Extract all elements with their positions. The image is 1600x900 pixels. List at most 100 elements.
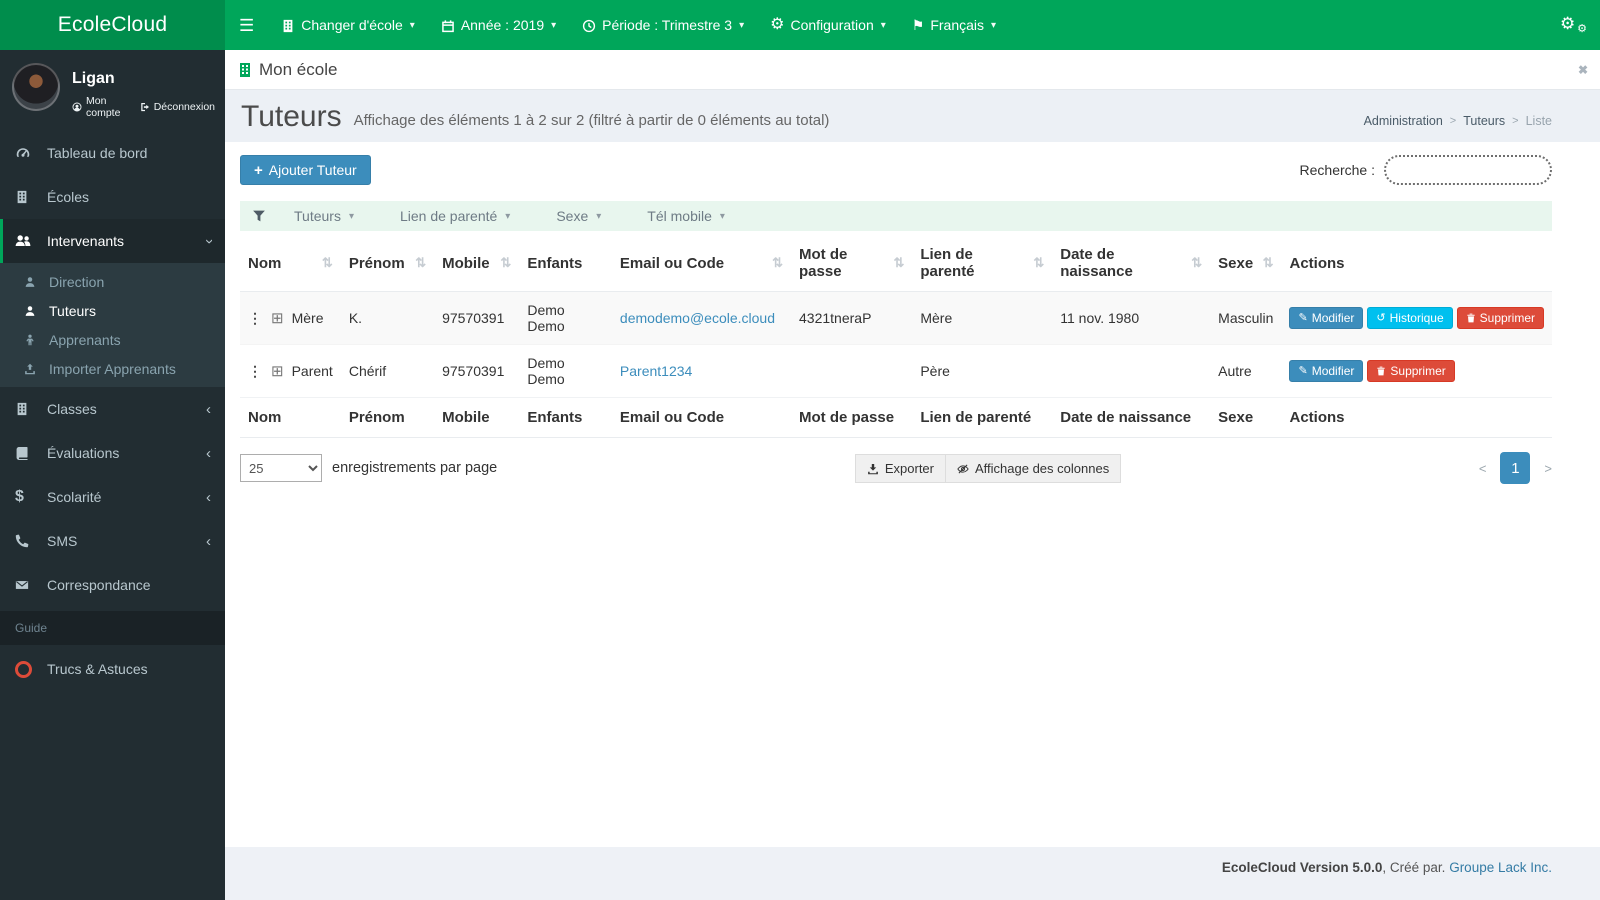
person-icon	[24, 305, 44, 317]
sort-icon[interactable]: ⇅	[1033, 255, 1044, 271]
brand-logo[interactable]: EcoleCloud	[0, 0, 225, 50]
top-navbar: EcoleCloud ☰ Changer d'école ▾ Année : 2…	[0, 0, 1600, 50]
chevron-down-icon: ‹	[200, 239, 217, 244]
drag-handle-icon[interactable]: ⋮	[248, 310, 262, 326]
sort-icon[interactable]: ⇅	[893, 255, 904, 271]
breadcrumb-administration[interactable]: Administration	[1364, 114, 1443, 128]
pager: < 1 >	[1479, 452, 1552, 484]
sidebar-item-sms[interactable]: SMS ‹	[0, 519, 225, 563]
sidebar: Ligan Mon compte Déconnexion Tableau de …	[0, 50, 225, 900]
filter-lien-de-parente[interactable]: Lien de parenté ▾	[400, 208, 510, 224]
chevron-left-icon: ‹	[206, 533, 211, 550]
col-mobile: Mobile ⇅	[434, 235, 520, 292]
search-input[interactable]	[1384, 155, 1552, 185]
filter-tel-mobile[interactable]: Tél mobile ▾	[647, 208, 725, 224]
sidebar-item-dashboard[interactable]: Tableau de bord	[0, 131, 225, 175]
hamburger-icon[interactable]: ☰	[225, 0, 268, 50]
edit-button[interactable]: ✎ Modifier	[1289, 307, 1364, 329]
circle-o-icon	[15, 660, 41, 678]
avatar	[12, 63, 60, 111]
delete-button[interactable]: Supprimer	[1456, 307, 1544, 329]
sort-icon[interactable]: ⇅	[500, 255, 511, 271]
sidebar-menu-guide: Trucs & Astuces	[0, 645, 225, 693]
page-header: Tuteurs Affichage des éléments 1 à 2 sur…	[225, 90, 1600, 142]
filter-tuteurs[interactable]: Tuteurs ▾	[294, 208, 354, 224]
navbar-right: ⚙ ⚙	[1560, 0, 1600, 50]
logout-link[interactable]: Déconnexion	[140, 95, 215, 119]
table-header-row: Nom ⇅ Prénom ⇅ Mobile ⇅ Enfants Email ou Co…	[240, 235, 1552, 292]
my-account-link[interactable]: Mon compte	[72, 95, 127, 119]
prev-page-button[interactable]: <	[1479, 461, 1487, 476]
envelope-icon	[15, 578, 41, 592]
expand-row-icon[interactable]: ⊞	[271, 310, 284, 327]
table-row: ⋮ ⊞ Mère K. 97570391 Demo Demo demodemo@ec…	[240, 291, 1552, 345]
col-nom: Nom ⇅	[240, 235, 341, 292]
email-link[interactable]: demodemo@ecole.cloud	[620, 310, 775, 326]
footer-company-link[interactable]: Groupe Lack Inc.	[1449, 860, 1552, 875]
school-tab[interactable]: Mon école	[237, 60, 337, 80]
nav-change-school[interactable]: Changer d'école ▾	[268, 0, 428, 50]
cogs-icon[interactable]: ⚙ ⚙	[1560, 13, 1587, 37]
delete-button[interactable]: Supprimer	[1367, 360, 1455, 382]
sidebar-item-scolarite[interactable]: $ Scolarité ‹	[0, 475, 225, 519]
sidebar-item-trucs-astuces[interactable]: Trucs & Astuces	[0, 645, 225, 693]
sidebar-item-importer-apprenants[interactable]: Importer Apprenants	[0, 354, 225, 383]
breadcrumb-tuteurs[interactable]: Tuteurs	[1463, 114, 1505, 128]
sidebar-item-correspondance[interactable]: Correspondance	[0, 563, 225, 607]
email-link[interactable]: Parent1234	[620, 363, 692, 379]
person-icon	[24, 276, 44, 288]
col-actions: Actions	[1281, 235, 1552, 292]
sort-icon[interactable]: ⇅	[772, 255, 783, 271]
clock-icon	[582, 17, 596, 33]
add-tuteur-button[interactable]: + Ajouter Tuteur	[240, 155, 371, 185]
export-button[interactable]: Exporter	[854, 453, 946, 483]
chevron-left-icon: ‹	[206, 489, 211, 506]
page-size-select[interactable]: 25	[240, 454, 322, 482]
sort-icon[interactable]: ⇅	[1191, 255, 1202, 271]
drag-handle-icon[interactable]: ⋮	[248, 363, 262, 379]
col-lien: Lien de parenté ⇅	[912, 235, 1053, 292]
sort-icon[interactable]: ⇅	[322, 255, 333, 271]
history-button[interactable]: ↺ Historique	[1367, 307, 1453, 329]
nav-year[interactable]: Année : 2019 ▾	[428, 0, 569, 50]
expand-row-icon[interactable]: ⊞	[271, 363, 284, 380]
nav-period[interactable]: Période : Trimestre 3 ▾	[569, 0, 757, 50]
dollar-icon: $	[15, 488, 24, 505]
footer-credit: , Créé par.	[1382, 860, 1450, 875]
caret-down-icon: ▾	[739, 19, 745, 31]
col-sexe: Sexe ⇅	[1210, 235, 1282, 292]
caret-down-icon: ▾	[596, 210, 602, 222]
sidebar-item-evaluations[interactable]: Évaluations ‹	[0, 431, 225, 475]
caret-down-icon: ▾	[991, 19, 997, 31]
sort-icon[interactable]: ⇅	[1263, 255, 1274, 271]
sidebar-menu: Tableau de bord Écoles Intervenants ‹	[0, 131, 225, 263]
upload-icon	[24, 363, 44, 375]
sidebar-item-direction[interactable]: Direction	[0, 267, 225, 296]
sort-icon[interactable]: ⇅	[415, 255, 426, 271]
app-window: EcoleCloud ☰ Changer d'école ▾ Année : 2…	[0, 0, 1600, 900]
building-icon	[15, 402, 41, 416]
sidebar-section-guide: Guide	[0, 611, 225, 645]
filter-sexe[interactable]: Sexe ▾	[556, 208, 601, 224]
nav-configuration[interactable]: ⚙ Configuration ▾	[757, 0, 899, 50]
tuteurs-table: Nom ⇅ Prénom ⇅ Mobile ⇅ Enfants Email ou Co…	[240, 235, 1552, 438]
nav-language[interactable]: ⚑ Français ▾	[899, 0, 1009, 50]
flag-icon: ⚑	[911, 17, 925, 33]
sidebar-item-apprenants[interactable]: Apprenants	[0, 325, 225, 354]
sidebar-item-classes[interactable]: Classes ‹	[0, 387, 225, 431]
edit-button[interactable]: ✎ Modifier	[1289, 360, 1364, 382]
column-visibility-button[interactable]: Affichage des colonnes	[945, 453, 1122, 483]
page-1-button[interactable]: 1	[1500, 452, 1531, 484]
breadcrumb-liste: Liste	[1525, 114, 1552, 128]
col-naissance: Date de naissance ⇅	[1052, 235, 1211, 292]
close-icon[interactable]: ✖	[1578, 63, 1588, 77]
user-name: Ligan	[72, 70, 115, 87]
sidebar-item-intervenants[interactable]: Intervenants ‹	[0, 219, 225, 263]
caret-down-icon: ▾	[719, 210, 725, 222]
next-page-button[interactable]: >	[1544, 461, 1552, 476]
nav-label: Français	[930, 17, 985, 33]
footer-version: EcoleCloud Version 5.0.0	[1221, 860, 1383, 875]
users-icon	[15, 233, 41, 249]
sidebar-item-ecoles[interactable]: Écoles	[0, 175, 225, 219]
sidebar-item-tuteurs[interactable]: Tuteurs	[0, 296, 225, 325]
